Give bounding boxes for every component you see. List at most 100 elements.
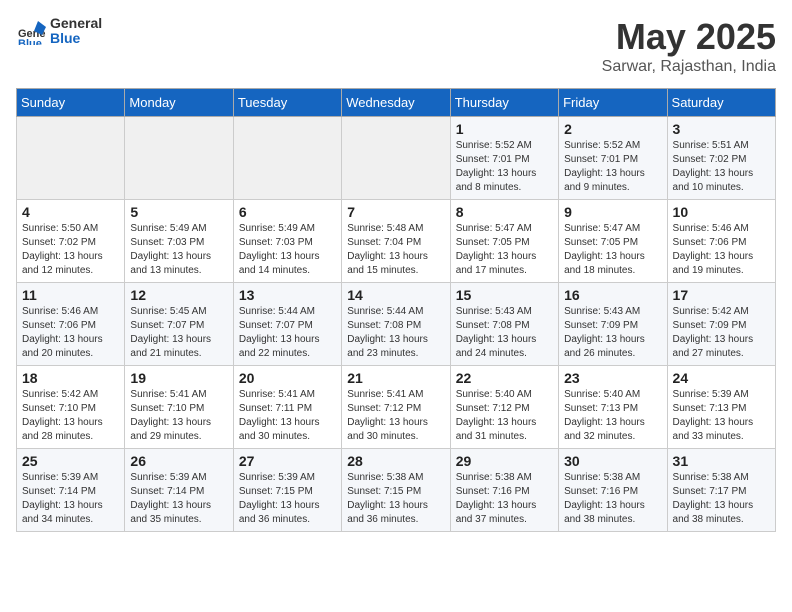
day-info: Sunrise: 5:42 AM Sunset: 7:09 PM Dayligh… — [673, 305, 770, 361]
day-number: 13 — [239, 287, 336, 303]
day-number: 3 — [673, 121, 770, 137]
calendar-title: May 2025 — [602, 16, 776, 58]
day-info: Sunrise: 5:39 AM Sunset: 7:14 PM Dayligh… — [22, 471, 119, 527]
day-info: Sunrise: 5:50 AM Sunset: 7:02 PM Dayligh… — [22, 222, 119, 278]
weekday-header: Friday — [559, 89, 667, 117]
day-info: Sunrise: 5:47 AM Sunset: 7:05 PM Dayligh… — [564, 222, 661, 278]
calendar-cell: 4 Sunrise: 5:50 AM Sunset: 7:02 PM Daylig… — [17, 200, 125, 283]
day-number: 31 — [673, 453, 770, 469]
svg-text:Blue: Blue — [18, 38, 42, 45]
logo: General Blue General Blue — [16, 16, 102, 47]
day-info: Sunrise: 5:38 AM Sunset: 7:16 PM Dayligh… — [456, 471, 553, 527]
day-number: 7 — [347, 204, 444, 220]
weekday-header: Thursday — [450, 89, 558, 117]
day-info: Sunrise: 5:44 AM Sunset: 7:08 PM Dayligh… — [347, 305, 444, 361]
day-number: 28 — [347, 453, 444, 469]
calendar-cell: 22 Sunrise: 5:40 AM Sunset: 7:12 PM Dayli… — [450, 366, 558, 449]
page-header: General Blue General Blue May 2025 Sarwa… — [16, 16, 776, 76]
calendar-cell: 17 Sunrise: 5:42 AM Sunset: 7:09 PM Dayli… — [667, 283, 775, 366]
calendar-cell: 16 Sunrise: 5:43 AM Sunset: 7:09 PM Dayli… — [559, 283, 667, 366]
calendar-cell: 2 Sunrise: 5:52 AM Sunset: 7:01 PM Daylig… — [559, 117, 667, 200]
calendar-cell: 1 Sunrise: 5:52 AM Sunset: 7:01 PM Daylig… — [450, 117, 558, 200]
calendar-cell: 18 Sunrise: 5:42 AM Sunset: 7:10 PM Dayli… — [17, 366, 125, 449]
calendar-cell: 20Sunrise: 5:41 AM Sunset: 7:11 PM Dayli… — [233, 366, 341, 449]
calendar-cell: 30 Sunrise: 5:38 AM Sunset: 7:16 PM Dayli… — [559, 449, 667, 532]
weekday-header: Sunday — [17, 89, 125, 117]
day-number: 11 — [22, 287, 119, 303]
day-number: 10 — [673, 204, 770, 220]
day-number: 22 — [456, 370, 553, 386]
day-info: Sunrise: 5:41 AM Sunset: 7:10 PM Dayligh… — [130, 388, 227, 444]
day-number: 1 — [456, 121, 553, 137]
day-info: Sunrise: 5:51 AM Sunset: 7:02 PM Dayligh… — [673, 139, 770, 195]
calendar-cell: 14 Sunrise: 5:44 AM Sunset: 7:08 PM Dayli… — [342, 283, 450, 366]
day-number: 17 — [673, 287, 770, 303]
calendar-cell — [342, 117, 450, 200]
calendar-cell: 3 Sunrise: 5:51 AM Sunset: 7:02 PM Daylig… — [667, 117, 775, 200]
calendar-cell: 21 Sunrise: 5:41 AM Sunset: 7:12 PM Dayli… — [342, 366, 450, 449]
calendar-cell: 13Sunrise: 5:44 AM Sunset: 7:07 PM Dayli… — [233, 283, 341, 366]
day-number: 27 — [239, 453, 336, 469]
day-number: 8 — [456, 204, 553, 220]
day-number: 2 — [564, 121, 661, 137]
day-number: 26 — [130, 453, 227, 469]
day-info: Sunrise: 5:43 AM Sunset: 7:08 PM Dayligh… — [456, 305, 553, 361]
day-number: 20 — [239, 370, 336, 386]
day-number: 14 — [347, 287, 444, 303]
calendar-subtitle: Sarwar, Rajasthan, India — [602, 58, 776, 76]
day-info: Sunrise: 5:46 AM Sunset: 7:06 PM Dayligh… — [673, 222, 770, 278]
day-info: Sunrise: 5:46 AM Sunset: 7:06 PM Dayligh… — [22, 305, 119, 361]
day-info: Sunrise: 5:39 AM Sunset: 7:13 PM Dayligh… — [673, 388, 770, 444]
day-info: Sunrise: 5:40 AM Sunset: 7:13 PM Dayligh… — [564, 388, 661, 444]
weekday-header: Tuesday — [233, 89, 341, 117]
calendar-cell: 8Sunrise: 5:47 AM Sunset: 7:05 PM Daylig… — [450, 200, 558, 283]
day-info: Sunrise: 5:52 AM Sunset: 7:01 PM Dayligh… — [456, 139, 553, 195]
calendar-cell — [17, 117, 125, 200]
day-info: Sunrise: 5:40 AM Sunset: 7:12 PM Dayligh… — [456, 388, 553, 444]
day-number: 30 — [564, 453, 661, 469]
day-number: 18 — [22, 370, 119, 386]
day-number: 4 — [22, 204, 119, 220]
logo-blue-text: Blue — [50, 30, 80, 46]
day-number: 16 — [564, 287, 661, 303]
weekday-header: Monday — [125, 89, 233, 117]
calendar-cell: 15 Sunrise: 5:43 AM Sunset: 7:08 PM Dayli… — [450, 283, 558, 366]
day-number: 24 — [673, 370, 770, 386]
day-number: 9 — [564, 204, 661, 220]
day-number: 19 — [130, 370, 227, 386]
calendar-cell: 29 Sunrise: 5:38 AM Sunset: 7:16 PM Dayli… — [450, 449, 558, 532]
day-info: Sunrise: 5:38 AM Sunset: 7:15 PM Dayligh… — [347, 471, 444, 527]
day-number: 12 — [130, 287, 227, 303]
calendar-cell: 28 Sunrise: 5:38 AM Sunset: 7:15 PM Dayli… — [342, 449, 450, 532]
calendar-cell: 10 Sunrise: 5:46 AM Sunset: 7:06 PM Dayli… — [667, 200, 775, 283]
calendar-cell: 7Sunrise: 5:48 AM Sunset: 7:04 PM Daylig… — [342, 200, 450, 283]
calendar-cell: 23Sunrise: 5:40 AM Sunset: 7:13 PM Dayli… — [559, 366, 667, 449]
day-number: 5 — [130, 204, 227, 220]
calendar-cell: 5Sunrise: 5:49 AM Sunset: 7:03 PM Daylig… — [125, 200, 233, 283]
calendar-cell: 9 Sunrise: 5:47 AM Sunset: 7:05 PM Daylig… — [559, 200, 667, 283]
calendar-cell — [125, 117, 233, 200]
calendar-cell: 31 Sunrise: 5:38 AM Sunset: 7:17 PM Dayli… — [667, 449, 775, 532]
calendar-cell: 11 Sunrise: 5:46 AM Sunset: 7:06 PM Dayli… — [17, 283, 125, 366]
title-area: May 2025 Sarwar, Rajasthan, India — [602, 16, 776, 76]
calendar-cell: 27Sunrise: 5:39 AM Sunset: 7:15 PM Dayli… — [233, 449, 341, 532]
calendar-table: SundayMondayTuesdayWednesdayThursdayFrid… — [16, 88, 776, 532]
day-number: 29 — [456, 453, 553, 469]
logo-general-text: General — [50, 15, 102, 31]
day-info: Sunrise: 5:43 AM Sunset: 7:09 PM Dayligh… — [564, 305, 661, 361]
weekday-header: Wednesday — [342, 89, 450, 117]
day-info: Sunrise: 5:38 AM Sunset: 7:16 PM Dayligh… — [564, 471, 661, 527]
calendar-cell — [233, 117, 341, 200]
day-info: Sunrise: 5:39 AM Sunset: 7:14 PM Dayligh… — [130, 471, 227, 527]
day-number: 21 — [347, 370, 444, 386]
day-info: Sunrise: 5:49 AM Sunset: 7:03 PM Dayligh… — [239, 222, 336, 278]
day-info: Sunrise: 5:41 AM Sunset: 7:12 PM Dayligh… — [347, 388, 444, 444]
day-info: Sunrise: 5:42 AM Sunset: 7:10 PM Dayligh… — [22, 388, 119, 444]
day-info: Sunrise: 5:38 AM Sunset: 7:17 PM Dayligh… — [673, 471, 770, 527]
calendar-cell: 6 Sunrise: 5:49 AM Sunset: 7:03 PM Daylig… — [233, 200, 341, 283]
day-info: Sunrise: 5:52 AM Sunset: 7:01 PM Dayligh… — [564, 139, 661, 195]
calendar-cell: 19 Sunrise: 5:41 AM Sunset: 7:10 PM Dayli… — [125, 366, 233, 449]
day-number: 15 — [456, 287, 553, 303]
calendar-cell: 12Sunrise: 5:45 AM Sunset: 7:07 PM Dayli… — [125, 283, 233, 366]
day-number: 6 — [239, 204, 336, 220]
